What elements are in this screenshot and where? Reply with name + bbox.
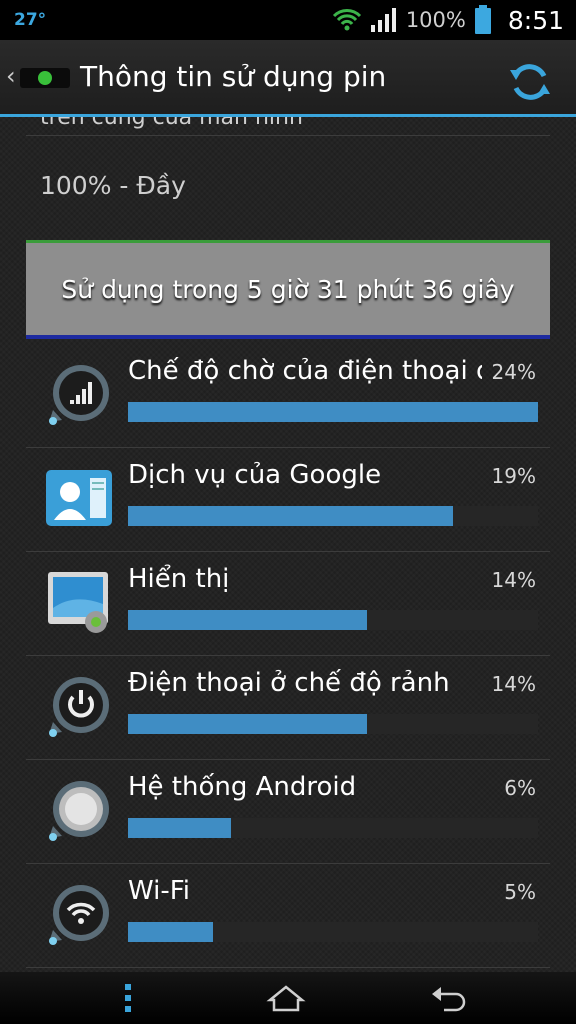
usage-bar-fill bbox=[128, 714, 368, 734]
usage-summary-graph[interactable]: Sử dụng trong 5 giờ 31 phút 36 giây bbox=[26, 240, 550, 339]
usage-bar bbox=[128, 922, 538, 942]
battery-percent: 100% bbox=[405, 8, 466, 32]
usage-item-google-services[interactable]: Dịch vụ của Google 19% bbox=[0, 448, 576, 552]
usage-bar-fill bbox=[128, 402, 538, 422]
usage-item-standby[interactable]: Chế độ chờ của điện thoại di động 24% bbox=[0, 344, 576, 448]
usage-item-phone-idle[interactable]: Điện thoại ở chế độ rảnh 14% bbox=[0, 656, 576, 760]
wifi-status-icon bbox=[332, 9, 361, 31]
action-bar: ‹ Thông tin sử dụng pin bbox=[0, 40, 576, 117]
cell-signal-icon bbox=[49, 365, 109, 425]
display-icon bbox=[48, 572, 108, 633]
divider bbox=[26, 967, 550, 968]
usage-item-display[interactable]: Hiển thị 14% bbox=[0, 552, 576, 656]
google-services-icon bbox=[46, 470, 112, 526]
usage-bar-fill bbox=[128, 818, 231, 838]
usage-bar bbox=[128, 714, 538, 734]
refresh-icon[interactable] bbox=[506, 58, 554, 106]
usage-bar bbox=[128, 402, 538, 422]
wifi-icon bbox=[49, 885, 109, 945]
usage-item-name: Wi-Fi bbox=[128, 876, 191, 906]
usage-bar bbox=[128, 818, 538, 838]
app-logo-icon[interactable] bbox=[20, 68, 70, 88]
usage-item-android-system[interactable]: Hệ thống Android 6% bbox=[0, 760, 576, 864]
home-icon[interactable] bbox=[266, 982, 306, 1014]
usage-bar-fill bbox=[128, 610, 368, 630]
signal-strength-icon bbox=[370, 8, 396, 32]
cut-off-text: trên cùng của màn hình bbox=[40, 117, 303, 130]
temperature-indicator: 27° bbox=[14, 10, 47, 30]
menu-icon[interactable] bbox=[108, 982, 148, 1014]
status-bar: 27° 100% 8:51 bbox=[0, 0, 576, 40]
navigation-bar bbox=[0, 972, 576, 1024]
battery-icon bbox=[474, 5, 491, 34]
usage-item-name: Hiển thị bbox=[128, 564, 230, 594]
usage-bar bbox=[128, 610, 538, 630]
usage-bar-fill bbox=[128, 506, 453, 526]
divider bbox=[26, 135, 550, 136]
usage-bar-fill bbox=[128, 922, 214, 942]
usage-bar bbox=[128, 506, 538, 526]
usage-item-name: Hệ thống Android bbox=[128, 772, 357, 802]
clock: 8:51 bbox=[507, 5, 564, 35]
usage-item-name: Chế độ chờ của điện thoại di động bbox=[128, 356, 482, 386]
page-title: Thông tin sử dụng pin bbox=[80, 60, 387, 93]
usage-item-name: Điện thoại ở chế độ rảnh bbox=[128, 668, 450, 698]
usage-item-percent: 5% bbox=[504, 880, 536, 904]
battery-usage-list[interactable]: trên cùng của màn hình 100% - Đầy Sử dụn… bbox=[0, 117, 576, 972]
usage-summary-text: Sử dụng trong 5 giờ 31 phút 36 giây bbox=[61, 274, 515, 304]
usage-item-percent: 19% bbox=[491, 464, 536, 488]
battery-level-label: 100% - Đầy bbox=[40, 171, 186, 200]
usage-item-wifi[interactable]: Wi-Fi 5% bbox=[0, 864, 576, 968]
usage-item-percent: 24% bbox=[491, 360, 536, 384]
usage-item-percent: 14% bbox=[491, 568, 536, 592]
android-system-icon bbox=[49, 781, 109, 841]
power-icon bbox=[49, 677, 109, 737]
usage-item-percent: 14% bbox=[491, 672, 536, 696]
usage-item-name: Dịch vụ của Google bbox=[128, 460, 382, 490]
back-icon[interactable] bbox=[428, 982, 468, 1014]
usage-item-percent: 6% bbox=[504, 776, 536, 800]
back-chevron-icon[interactable]: ‹ bbox=[6, 62, 16, 90]
